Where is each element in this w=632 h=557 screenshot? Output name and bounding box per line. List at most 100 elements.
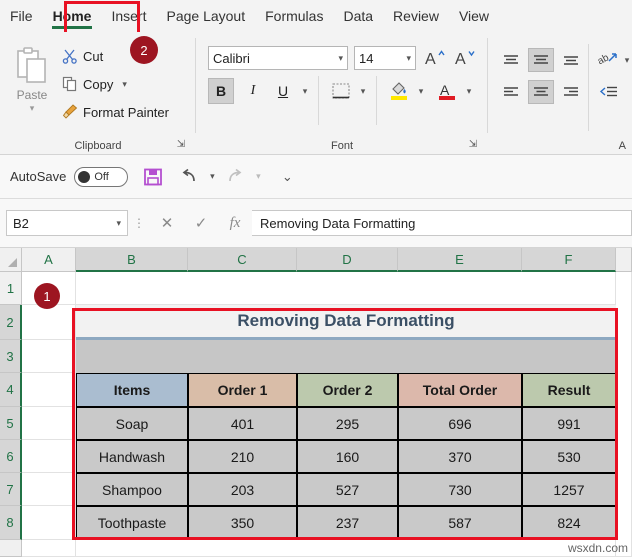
paste-button[interactable]: Paste ▾ xyxy=(8,46,56,128)
cell-a7[interactable] xyxy=(22,473,76,506)
tab-formulas[interactable]: Formulas xyxy=(255,0,333,32)
underline-button[interactable]: U xyxy=(270,78,296,104)
column-header-b[interactable]: B xyxy=(76,248,188,272)
table-row[interactable]: 696 xyxy=(398,407,522,440)
cut-button[interactable]: Cut xyxy=(62,44,103,68)
font-size-chevron-down-icon[interactable]: ▾ xyxy=(406,53,411,64)
format-painter-button[interactable]: Format Painter xyxy=(62,100,169,124)
customize-quick-access-toolbar-button[interactable]: ⌄ xyxy=(272,162,302,192)
table-row[interactable]: 1257 xyxy=(522,473,616,506)
row-header-5[interactable]: 5 xyxy=(0,407,22,440)
table-row[interactable]: Handwash xyxy=(76,440,188,473)
orientation-chevron-down-icon[interactable]: ▾ xyxy=(620,48,632,72)
table-header-total-order[interactable]: Total Order xyxy=(398,373,522,407)
table-row[interactable]: 530 xyxy=(522,440,616,473)
tab-file[interactable]: File xyxy=(0,0,43,32)
tab-review[interactable]: Review xyxy=(383,0,449,32)
table-header-order-1[interactable]: Order 1 xyxy=(188,373,297,407)
tab-page-layout[interactable]: Page Layout xyxy=(156,0,255,32)
cell-a3[interactable] xyxy=(22,340,76,373)
save-button[interactable] xyxy=(138,162,168,192)
increase-font-size-button[interactable]: A xyxy=(422,45,448,71)
select-all-corner-button[interactable] xyxy=(0,248,22,272)
table-row[interactable]: Shampoo xyxy=(76,473,188,506)
tab-data[interactable]: Data xyxy=(333,0,383,32)
copy-button[interactable]: Copy ▾ xyxy=(62,72,127,96)
row-9-cells[interactable] xyxy=(76,540,616,557)
row-header-2[interactable]: 2 xyxy=(0,305,22,340)
row-header-9[interactable] xyxy=(0,540,22,557)
row-header-3[interactable]: 3 xyxy=(0,340,22,373)
cell-a4[interactable] xyxy=(22,373,76,407)
table-header-items[interactable]: Items xyxy=(76,373,188,407)
font-size-combobox[interactable]: 14 ▾ xyxy=(354,46,416,70)
cell-a5[interactable] xyxy=(22,407,76,440)
align-left-button[interactable] xyxy=(498,80,524,104)
cell-a8[interactable] xyxy=(22,506,76,540)
align-middle-button[interactable] xyxy=(528,48,554,72)
font-name-chevron-down-icon[interactable]: ▾ xyxy=(338,53,343,64)
table-title-cell[interactable]: Removing Data Formatting xyxy=(76,305,616,340)
font-dialog-launcher-icon[interactable]: ⇲ xyxy=(466,138,480,152)
table-row[interactable]: 295 xyxy=(297,407,398,440)
formula-bar-grip[interactable]: ⋮ xyxy=(128,216,150,230)
table-row[interactable]: Toothpaste xyxy=(76,506,188,540)
table-header-order-2[interactable]: Order 2 xyxy=(297,373,398,407)
table-spacer-row[interactable] xyxy=(76,340,616,373)
formula-input[interactable]: Removing Data Formatting xyxy=(252,210,632,236)
fill-color-chevron-down-icon[interactable]: ▾ xyxy=(414,78,428,104)
italic-button[interactable]: I xyxy=(240,78,266,104)
confirm-entry-button[interactable]: ✓ xyxy=(184,210,218,236)
tab-home[interactable]: Home xyxy=(43,0,102,32)
cancel-entry-button[interactable]: ✕ xyxy=(150,210,184,236)
clipboard-dialog-launcher-icon[interactable]: ⇲ xyxy=(174,138,188,152)
column-header-g[interactable] xyxy=(616,248,632,272)
table-row[interactable]: 824 xyxy=(522,506,616,540)
align-top-button[interactable] xyxy=(498,48,524,72)
table-header-result[interactable]: Result xyxy=(522,373,616,407)
table-row[interactable]: 730 xyxy=(398,473,522,506)
table-row[interactable]: 237 xyxy=(297,506,398,540)
fill-color-button[interactable] xyxy=(386,78,412,104)
column-header-f[interactable]: F xyxy=(522,248,616,272)
redo-button[interactable] xyxy=(220,162,250,192)
row-header-8[interactable]: 8 xyxy=(0,506,22,540)
column-header-c[interactable]: C xyxy=(188,248,297,272)
row-header-4[interactable]: 4 xyxy=(0,373,22,407)
bold-button[interactable]: B xyxy=(208,78,234,104)
copy-chevron-down-icon[interactable]: ▾ xyxy=(122,79,127,90)
row-header-7[interactable]: 7 xyxy=(0,473,22,506)
decrease-font-size-button[interactable]: A xyxy=(452,45,478,71)
borders-button[interactable] xyxy=(328,78,354,104)
table-row[interactable]: 203 xyxy=(188,473,297,506)
tab-view[interactable]: View xyxy=(449,0,499,32)
table-row[interactable]: 350 xyxy=(188,506,297,540)
align-right-button[interactable] xyxy=(558,80,584,104)
tab-insert[interactable]: Insert xyxy=(101,0,156,32)
borders-chevron-down-icon[interactable]: ▾ xyxy=(356,78,370,104)
increase-indent-button[interactable] xyxy=(622,80,632,104)
font-color-button[interactable]: A xyxy=(434,78,460,104)
autosave-toggle[interactable]: Off xyxy=(74,166,129,187)
align-bottom-button[interactable] xyxy=(558,48,584,72)
orientation-button[interactable]: ab xyxy=(596,48,622,72)
undo-chevron-down-icon[interactable]: ▾ xyxy=(204,162,220,192)
column-header-d[interactable]: D xyxy=(297,248,398,272)
font-name-combobox[interactable]: Calibri ▾ xyxy=(208,46,348,70)
name-box[interactable]: B2 ▾ xyxy=(6,210,128,236)
font-color-chevron-down-icon[interactable]: ▾ xyxy=(462,78,476,104)
table-row[interactable]: 210 xyxy=(188,440,297,473)
underline-chevron-down-icon[interactable]: ▾ xyxy=(298,78,312,104)
undo-button[interactable] xyxy=(174,162,204,192)
cell-a2[interactable] xyxy=(22,305,76,340)
column-header-e[interactable]: E xyxy=(398,248,522,272)
decrease-indent-button[interactable] xyxy=(596,80,622,104)
cell-a9[interactable] xyxy=(22,540,76,557)
redo-chevron-down-icon[interactable]: ▾ xyxy=(250,162,266,192)
insert-function-button[interactable]: fx xyxy=(218,210,252,236)
column-header-a[interactable]: A xyxy=(22,248,76,272)
row-header-6[interactable]: 6 xyxy=(0,440,22,473)
row-1-cells[interactable] xyxy=(76,272,616,305)
table-row[interactable]: 401 xyxy=(188,407,297,440)
column-g-cells[interactable] xyxy=(616,272,632,557)
